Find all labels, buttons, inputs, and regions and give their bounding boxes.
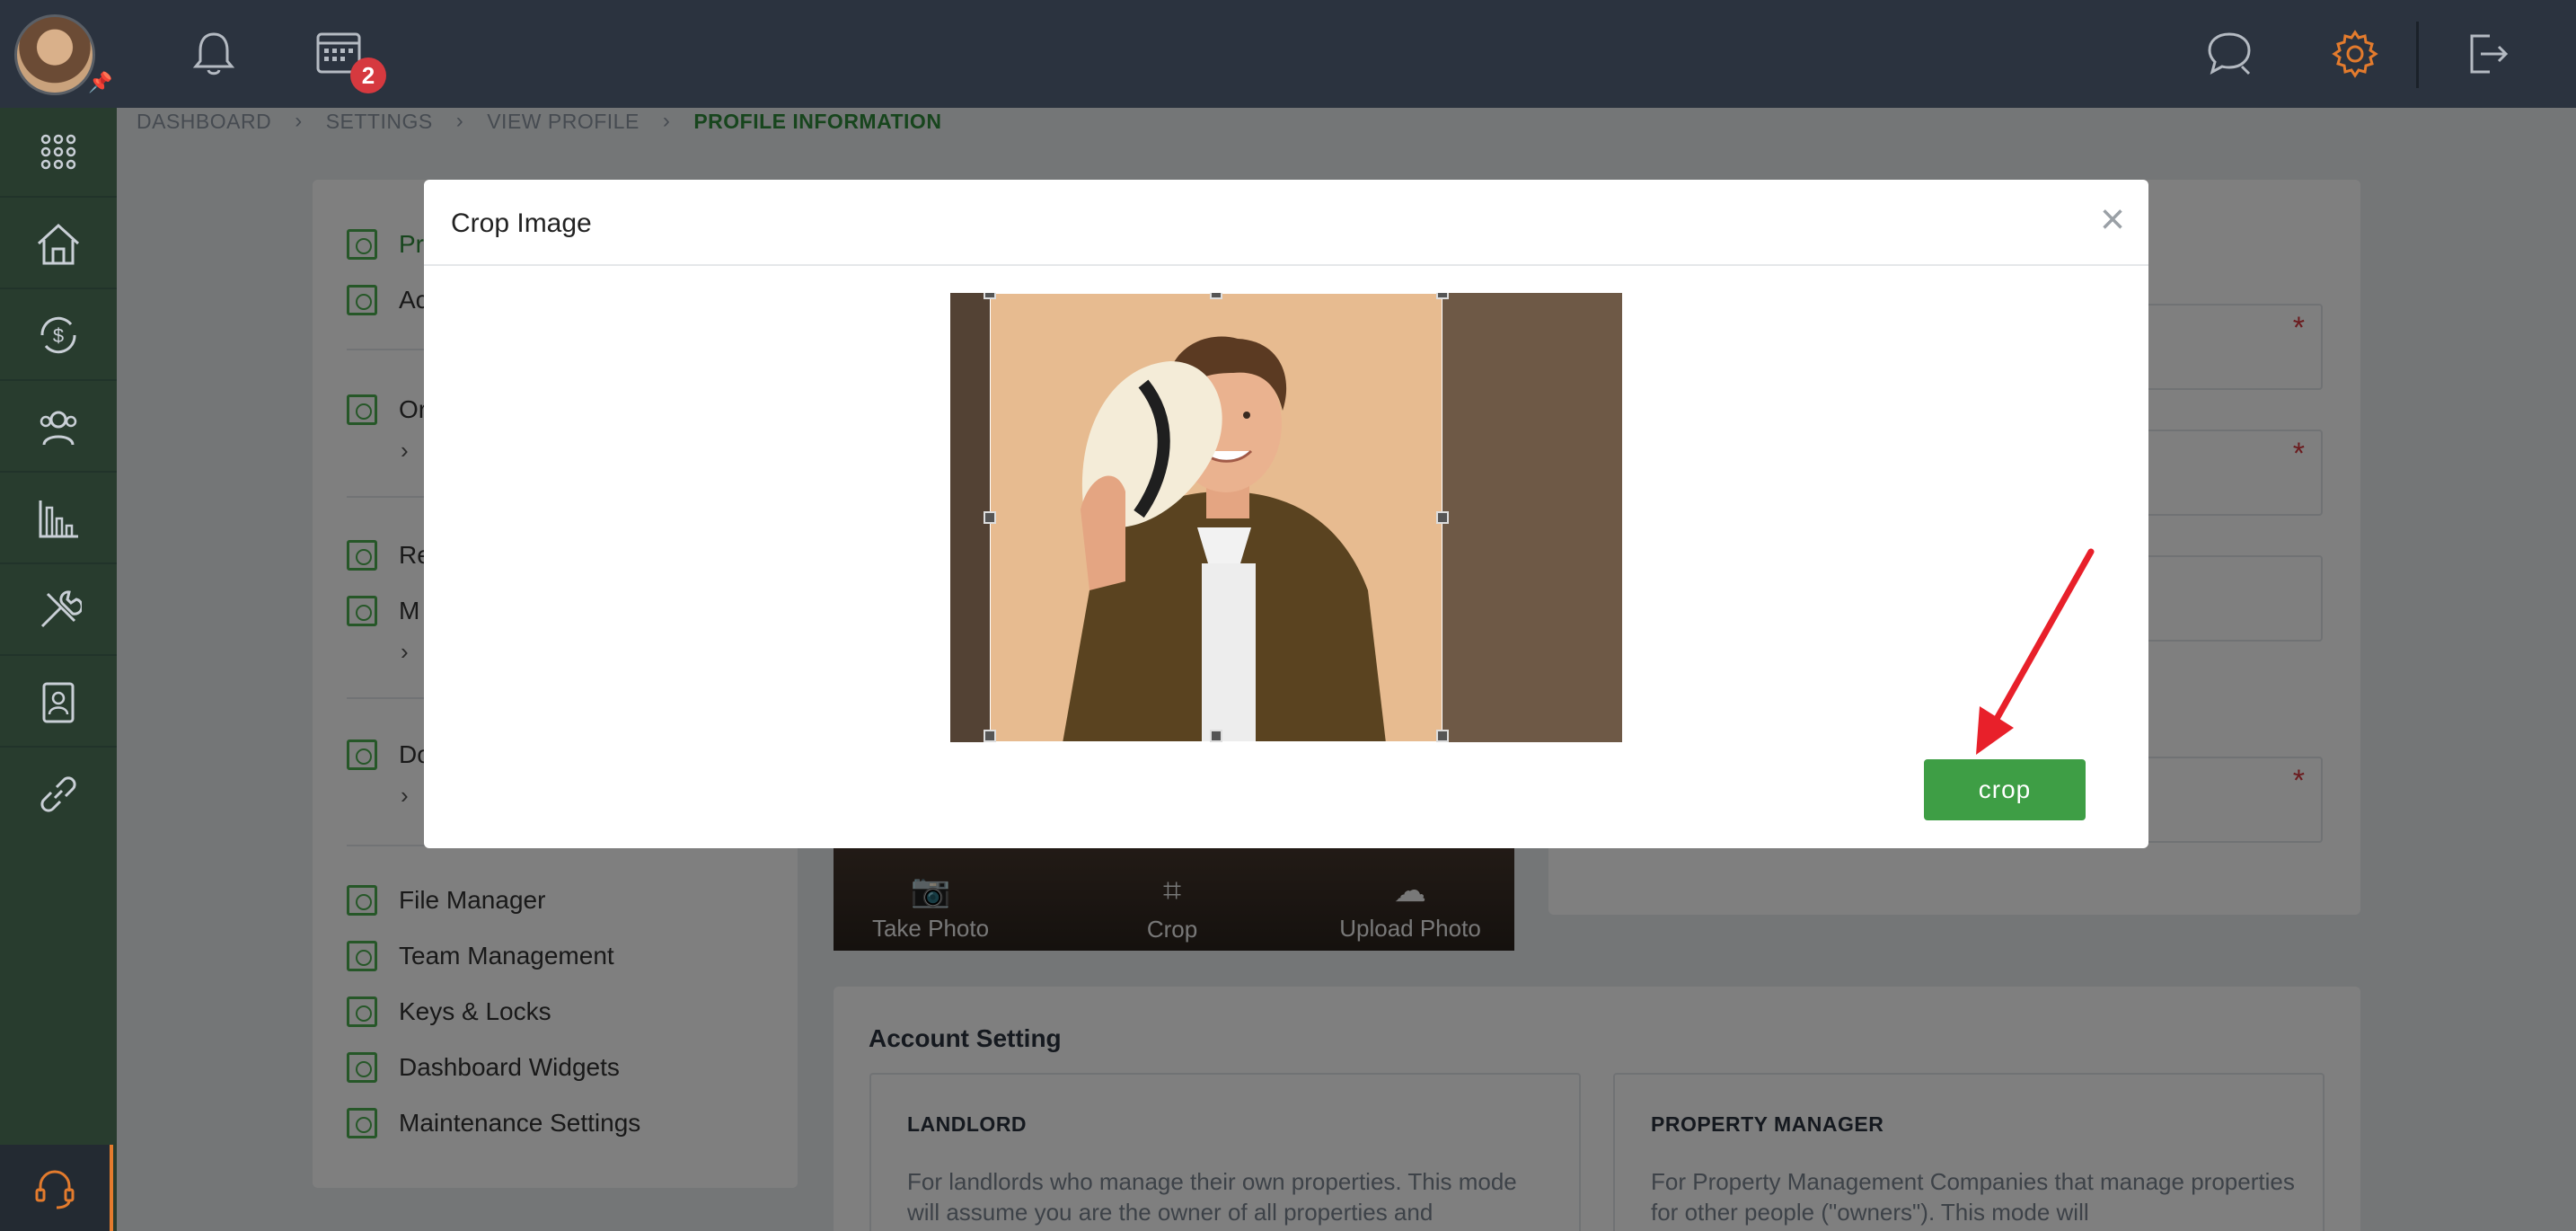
house-icon (37, 223, 80, 265)
crop-handle-bottom-right[interactable] (1436, 730, 1449, 742)
modal-divider (424, 264, 2148, 266)
sidebar: $ (0, 108, 117, 1231)
sidebar-item-people[interactable] (0, 383, 117, 473)
contact-card-icon (42, 682, 75, 723)
sidebar-item-properties[interactable] (0, 199, 117, 289)
close-icon[interactable]: × (2100, 198, 2125, 243)
sidebar-item-maintenance[interactable] (0, 566, 117, 656)
sidebar-item-contacts[interactable] (0, 658, 117, 748)
sidebar-item-accounting[interactable]: $ (0, 291, 117, 381)
bell-icon[interactable] (187, 27, 241, 81)
sidebar-item-support[interactable] (0, 1145, 113, 1231)
chat-icon[interactable] (2202, 27, 2256, 81)
crop-handle-top-right[interactable] (1436, 293, 1449, 299)
link-icon (40, 776, 76, 812)
chart-icon (39, 500, 78, 538)
headset-icon (35, 1170, 75, 1209)
top-bar: 📌 2 (0, 0, 2576, 108)
user-avatar[interactable] (14, 14, 95, 95)
crop-image-modal: Crop Image × crop (424, 180, 2148, 848)
crop-handle-right[interactable] (1436, 511, 1449, 524)
sidebar-item-integrations[interactable] (0, 749, 117, 839)
crop-handle-top-left[interactable] (984, 293, 996, 299)
crop-shade-right (1442, 293, 1622, 742)
crop-handle-left[interactable] (984, 511, 996, 524)
money-cycle-icon: $ (40, 316, 76, 354)
annotation-arrow-icon (1976, 548, 2095, 755)
crop-handle-bottom[interactable] (1210, 730, 1222, 742)
gear-icon[interactable] (2328, 27, 2382, 81)
pin-icon[interactable]: 📌 (88, 72, 112, 93)
crop-button[interactable]: crop (1924, 759, 2086, 820)
people-icon (40, 411, 77, 446)
crop-handle-bottom-left[interactable] (984, 730, 996, 742)
modal-title: Crop Image (451, 208, 592, 238)
svg-text:$: $ (53, 324, 64, 347)
sidebar-item-apps[interactable] (0, 108, 117, 198)
crop-canvas[interactable] (950, 293, 1622, 742)
apps-grid-icon (40, 134, 76, 170)
crop-handle-top[interactable] (1210, 293, 1222, 299)
sidebar-item-reports[interactable] (0, 474, 117, 564)
tools-icon (40, 590, 82, 628)
logout-icon[interactable] (2459, 27, 2513, 81)
calendar-badge: 2 (350, 58, 386, 93)
crop-selection[interactable] (990, 293, 1442, 742)
topbar-divider (2416, 22, 2419, 88)
profile-photo-image (991, 294, 1442, 741)
